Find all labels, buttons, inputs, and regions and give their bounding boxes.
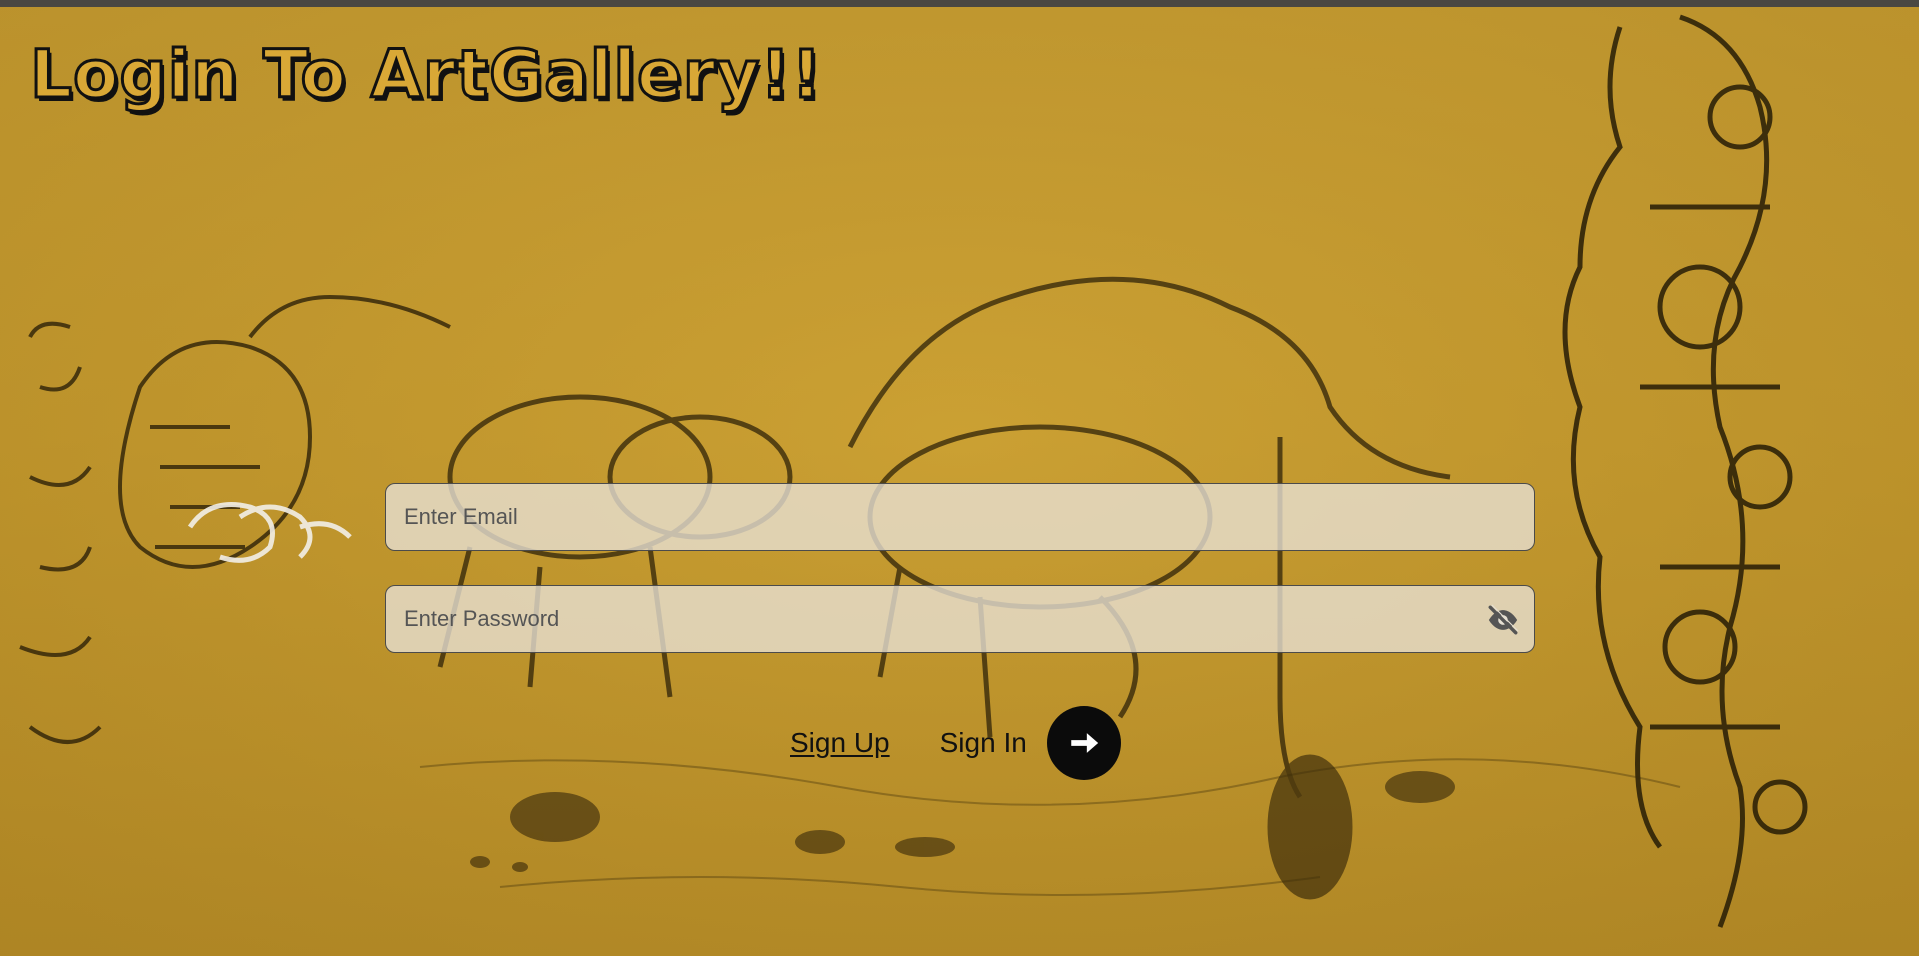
signin-button[interactable] [1046,706,1121,780]
page-title: Login To ArtGallery!! [28,35,823,115]
password-field-container [385,585,1535,653]
login-page: Login To ArtGallery!! Sign Up Sign In [0,0,1919,956]
browser-top-strip [0,0,1919,7]
arrow-right-icon [1071,733,1098,753]
email-input[interactable] [386,484,1534,550]
form-actions: Sign Up Sign In [790,705,1121,781]
email-field-container [385,483,1535,551]
background-artwork [0,7,1919,956]
eye-off-icon[interactable] [1486,603,1520,637]
signin-label: Sign In [939,727,1027,758]
signup-link[interactable]: Sign Up [790,727,890,759]
password-input[interactable] [386,586,1534,652]
